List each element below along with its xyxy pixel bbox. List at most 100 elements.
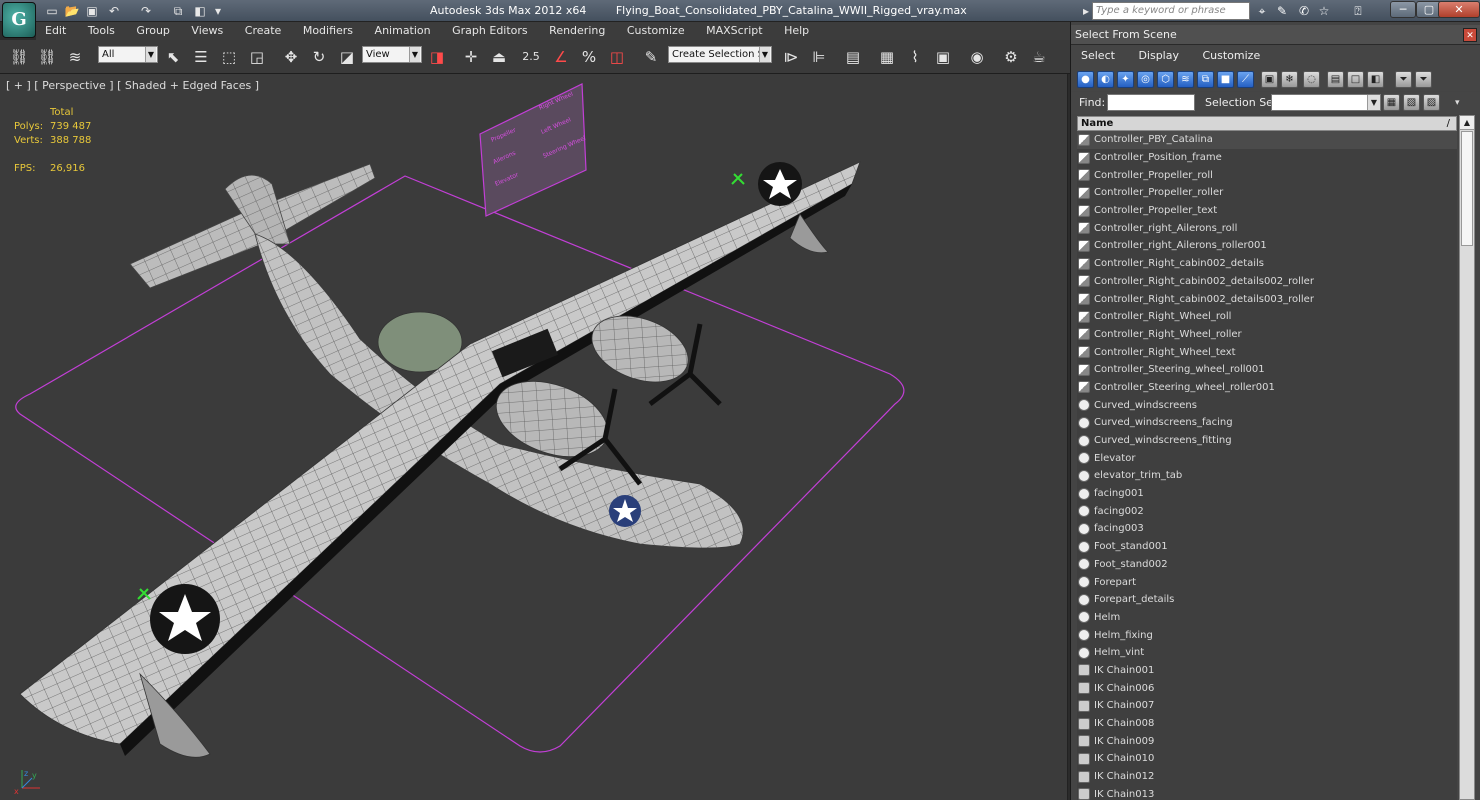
list-item[interactable]: Controller_right_Ailerons_roll [1077,219,1457,237]
filter-options-icon[interactable]: ⏷ [1415,71,1432,88]
filter-icon[interactable]: ⏷ [1395,71,1412,88]
list-item[interactable]: facing001 [1077,485,1457,503]
scene-object-list[interactable]: Controller_PBY_Catalina Controller_Positi… [1077,131,1457,800]
snap-toggle-icon[interactable]: 2.5 [520,46,542,68]
close-button[interactable]: ✕ [1438,1,1480,18]
list-item[interactable]: facing002 [1077,502,1457,520]
bind-space-warp-icon[interactable]: ≋ [64,46,86,68]
mirror-icon[interactable]: ⧐ [780,46,802,68]
select-all-icon[interactable]: ▦ [1383,94,1400,111]
list-item[interactable]: Elevator [1077,449,1457,467]
binoculars-icon[interactable]: ⌖ [1254,3,1270,19]
name-column-header[interactable]: Name / [1077,116,1457,131]
list-item[interactable]: Helm_vint [1077,644,1457,662]
reference-coordinate-dropdown[interactable]: View ▼ [362,46,422,63]
communication-icon[interactable]: ✆ [1296,3,1312,19]
rotate-icon[interactable]: ↻ [308,46,330,68]
graphite-modeling-icon[interactable]: ▦ [876,46,898,68]
select-and-manipulate-icon[interactable]: ✛ [460,46,482,68]
subscription-icon[interactable]: ✎ [1274,3,1290,19]
list-item[interactable]: Controller_Propeller_roll [1077,166,1457,184]
select-invert-icon[interactable]: ▨ [1423,94,1440,111]
list-item[interactable]: Controller_Steering_wheel_roller001 [1077,379,1457,397]
list-item[interactable]: elevator_trim_tab [1077,467,1457,485]
favorites-star-icon[interactable]: ☆ [1316,3,1332,19]
list-item[interactable]: Curved_windscreens_facing [1077,414,1457,432]
main-wing[interactable] [19,161,861,756]
list-item[interactable]: Controller_right_Ailerons_roller001 [1077,237,1457,255]
select-none-icon[interactable]: ▧ [1403,94,1420,111]
dialog-menu-display[interactable]: Display [1128,45,1189,67]
list-item[interactable]: facing003 [1077,520,1457,538]
rig-control-panel[interactable]: Propeller Ailerons Elevator Right Wheel … [479,83,587,217]
project-folder-icon[interactable]: ⧉ [170,3,186,19]
dialog-menu-customize[interactable]: Customize [1192,45,1270,67]
menu-customize[interactable]: Customize [618,22,694,40]
move-icon[interactable]: ✥ [280,46,302,68]
display-xrefs-icon[interactable]: ■ [1217,71,1234,88]
list-scrollbar[interactable]: ▲ [1459,115,1475,800]
chevron-down-icon[interactable]: ▼ [1367,95,1380,110]
dialog-menu-select[interactable]: Select [1071,45,1125,67]
list-item[interactable]: Controller_Right_cabin002_details [1077,255,1457,273]
expand-arrow-icon[interactable]: ▾ [1455,98,1460,108]
keyword-search-input[interactable]: Type a keyword or phrase [1092,2,1250,20]
menu-modifiers[interactable]: Modifiers [294,22,362,40]
display-cameras-icon[interactable]: ◎ [1137,71,1154,88]
list-item[interactable]: Helm [1077,609,1457,627]
menu-animation[interactable]: Animation [366,22,440,40]
list-item[interactable]: IK Chain010 [1077,750,1457,768]
list-item[interactable]: IK Chain001 [1077,662,1457,680]
list-item[interactable]: Helm_fixing [1077,626,1457,644]
rectangular-selection-icon[interactable]: ⬚ [218,46,240,68]
new-file-icon[interactable]: ▭ [44,3,60,19]
list-item[interactable]: Controller_Position_frame [1077,149,1457,167]
edit-named-selection-icon[interactable]: ✎ [640,46,662,68]
selection-set-dropdown[interactable] [1271,94,1381,111]
dialog-title-bar[interactable]: Select From Scene ✕ [1071,25,1480,45]
dialog-close-icon[interactable]: ✕ [1463,28,1477,42]
scroll-thumb[interactable] [1461,131,1473,246]
viewport-scene[interactable]: Propeller Ailerons Elevator Right Wheel … [0,74,1068,800]
list-item[interactable]: Controller_Propeller_roller [1077,184,1457,202]
list-item[interactable]: Curved_windscreens_fitting [1077,432,1457,450]
menu-edit[interactable]: Edit [36,22,75,40]
list-item[interactable]: Controller_Right_cabin002_details003_rol… [1077,290,1457,308]
select-object-icon[interactable]: ⬉ [162,46,184,68]
list-item[interactable]: Foot_stand002 [1077,556,1457,574]
save-icon[interactable]: ▣ [84,3,100,19]
list-item[interactable]: IK Chain008 [1077,715,1457,733]
tail-assembly[interactable] [129,163,376,289]
undo-icon[interactable]: ↶ [106,3,122,19]
display-lights-icon[interactable]: ✦ [1117,71,1134,88]
display-invert-icon[interactable]: ◧ [1367,71,1384,88]
list-item[interactable]: Controller_PBY_Catalina [1077,131,1457,149]
selection-filter-dropdown[interactable]: All ▼ [98,46,158,63]
list-item[interactable]: IK Chain006 [1077,679,1457,697]
select-and-link-icon[interactable]: ⛓ [8,46,30,68]
menu-create[interactable]: Create [236,22,291,40]
render-frame-icon[interactable]: ☕ [1028,46,1050,68]
keyboard-shortcut-override-icon[interactable]: ⏏ [488,46,510,68]
display-shapes-icon[interactable]: ◐ [1097,71,1114,88]
menu-maxscript[interactable]: MAXScript [697,22,771,40]
pivot-point-icon[interactable]: ◨ [426,46,448,68]
list-item[interactable]: Forepart [1077,573,1457,591]
list-item[interactable]: IK Chain013 [1077,785,1457,800]
list-item[interactable]: Controller_Right_Wheel_text [1077,343,1457,361]
display-helpers-icon[interactable]: ⬡ [1157,71,1174,88]
display-spacewarps-icon[interactable]: ≋ [1177,71,1194,88]
open-file-icon[interactable]: 📂 [64,3,80,19]
named-selection-set-dropdown[interactable]: Create Selection Se ▼ [668,46,772,63]
perspective-viewport[interactable]: [ + ] [ Perspective ] [ Shaded + Edged F… [0,74,1068,800]
list-item[interactable]: Forepart_details [1077,591,1457,609]
qat-dropdown-icon[interactable]: ▾ [210,3,226,19]
curve-editor-icon[interactable]: ⌇ [904,46,926,68]
spinner-snap-icon[interactable]: ◫ [606,46,628,68]
menu-help[interactable]: Help [775,22,818,40]
list-item[interactable]: Controller_Right_Wheel_roller [1077,326,1457,344]
list-item[interactable]: Curved_windscreens [1077,396,1457,414]
list-item[interactable]: Foot_stand001 [1077,538,1457,556]
schematic-view-icon[interactable]: ▣ [932,46,954,68]
menu-rendering[interactable]: Rendering [540,22,614,40]
